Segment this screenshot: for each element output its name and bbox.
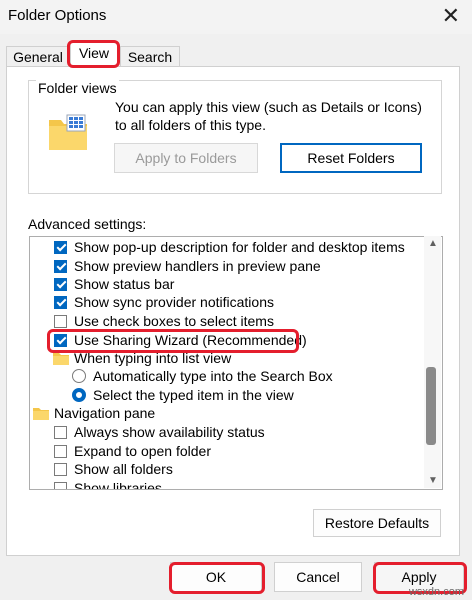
tab-search[interactable]: Search	[120, 46, 180, 67]
list-item[interactable]: Show sync provider notifications	[30, 293, 424, 311]
list-item[interactable]: Show preview handlers in preview pane	[30, 257, 424, 275]
checkbox[interactable]	[54, 445, 67, 458]
navigation-pane-icon	[33, 408, 49, 420]
checkbox[interactable]	[54, 241, 67, 254]
folder-views-label: Folder views	[36, 80, 119, 96]
close-icon[interactable]: ✕	[442, 3, 460, 29]
radio-button[interactable]	[72, 388, 86, 402]
list-item[interactable]: Use check boxes to select items	[30, 312, 424, 330]
watermark: wsxdn.com	[408, 586, 464, 598]
tab-view[interactable]: View	[70, 42, 118, 67]
cancel-button[interactable]: Cancel	[274, 562, 362, 592]
list-item[interactable]: Always show availability status	[30, 423, 424, 441]
reset-folders-button[interactable]: Reset Folders	[280, 143, 422, 173]
radio-button[interactable]	[72, 369, 86, 383]
folder-icon	[53, 353, 69, 365]
list-item: When typing into list view	[30, 349, 424, 367]
list-item: Navigation pane	[30, 404, 424, 422]
checkbox[interactable]	[54, 426, 67, 439]
advanced-settings-label: Advanced settings:	[28, 216, 147, 232]
apply-to-folders-button[interactable]: Apply to Folders	[114, 143, 258, 173]
ok-button[interactable]: OK	[170, 562, 262, 592]
checkbox[interactable]	[54, 334, 67, 347]
folder-view-icon	[49, 114, 87, 150]
folder-views-description: You can apply this view (such as Details…	[115, 99, 422, 133]
list-item[interactable]: Show pop-up description for folder and d…	[30, 238, 424, 256]
scroll-up-arrow-icon[interactable]: ▲	[428, 239, 438, 249]
list-item[interactable]: Show all folders	[30, 460, 424, 478]
scrollbar-thumb[interactable]	[426, 367, 436, 445]
restore-defaults-button[interactable]: Restore Defaults	[313, 509, 441, 537]
scroll-down-arrow-icon[interactable]: ▼	[428, 476, 438, 486]
list-item[interactable]: Show status bar	[30, 275, 424, 293]
checkbox[interactable]	[54, 260, 67, 273]
checkbox[interactable]	[54, 278, 67, 291]
tab-general[interactable]: General	[6, 46, 70, 67]
list-item-sharing-wizard[interactable]: Use Sharing Wizard (Recommended)	[30, 331, 424, 349]
checkbox[interactable]	[54, 463, 67, 476]
list-item[interactable]: Select the typed item in the view	[30, 386, 424, 404]
checkbox[interactable]	[54, 482, 67, 489]
title-bar: Folder Options ✕	[0, 0, 472, 34]
list-item[interactable]: Show libraries	[30, 479, 424, 489]
checkbox[interactable]	[54, 315, 67, 328]
list-item[interactable]: Automatically type into the Search Box	[30, 367, 424, 385]
advanced-settings-list[interactable]: Show pop-up description for folder and d…	[29, 236, 443, 490]
list-scrollbar[interactable]	[424, 236, 441, 488]
list-item[interactable]: Expand to open folder	[30, 442, 424, 460]
window-title: Folder Options	[8, 7, 107, 24]
checkbox[interactable]	[54, 296, 67, 309]
